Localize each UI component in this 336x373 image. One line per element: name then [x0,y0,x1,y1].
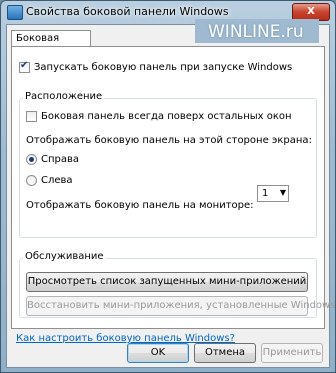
maintenance-group-title: Обслуживание [23,251,106,262]
side-right-label: Справа [41,154,80,165]
start-with-windows-label: Запускать боковую панель при запуске Win… [34,62,293,73]
start-with-windows-row[interactable]: Запускать боковую панель при запуске Win… [19,60,293,74]
cancel-button[interactable]: Отмена [194,343,256,363]
ok-button[interactable]: OK [127,343,189,363]
placement-group-title: Расположение [23,91,105,102]
side-right-radio[interactable] [26,154,37,165]
view-running-gadgets-button[interactable]: Просмотреть список запущенных мини-прило… [26,272,308,292]
tab-sidebar[interactable]: Боковая панель [11,30,91,55]
chevron-down-icon: ▼ [279,188,286,197]
monitor-select[interactable]: 1 ▼ [257,185,289,202]
dialog-client: Боковая панель Запускать боковую панель … [6,19,335,368]
winline-watermark: WINLINE.ru [208,22,304,42]
side-right-row[interactable]: Справа [26,154,79,166]
always-on-top-checkbox[interactable] [26,111,37,122]
monitor-prompt: Отображать боковую панель на мониторе: [26,200,254,211]
dialog-window: Свойства боковой панели Windows X Бокова… [0,0,336,373]
window-title: Свойства боковой панели Windows [26,5,229,18]
monitor-select-value: 1 [262,188,269,199]
sidebar-app-icon [7,5,23,20]
side-left-radio[interactable] [26,175,37,186]
side-prompt: Отображать боковую панель на этой сторон… [26,135,312,146]
start-with-windows-checkbox[interactable] [19,60,30,73]
apply-button[interactable]: Применить [261,343,323,363]
always-on-top-label: Боковая панель всегда поверх остальных о… [41,111,292,122]
side-left-label: Слева [41,175,73,186]
restore-gadgets-button[interactable]: Восстановить мини-приложения, установлен… [26,296,335,316]
always-on-top-row[interactable]: Боковая панель всегда поверх остальных о… [26,111,292,123]
side-left-row[interactable]: Слева [26,175,73,187]
